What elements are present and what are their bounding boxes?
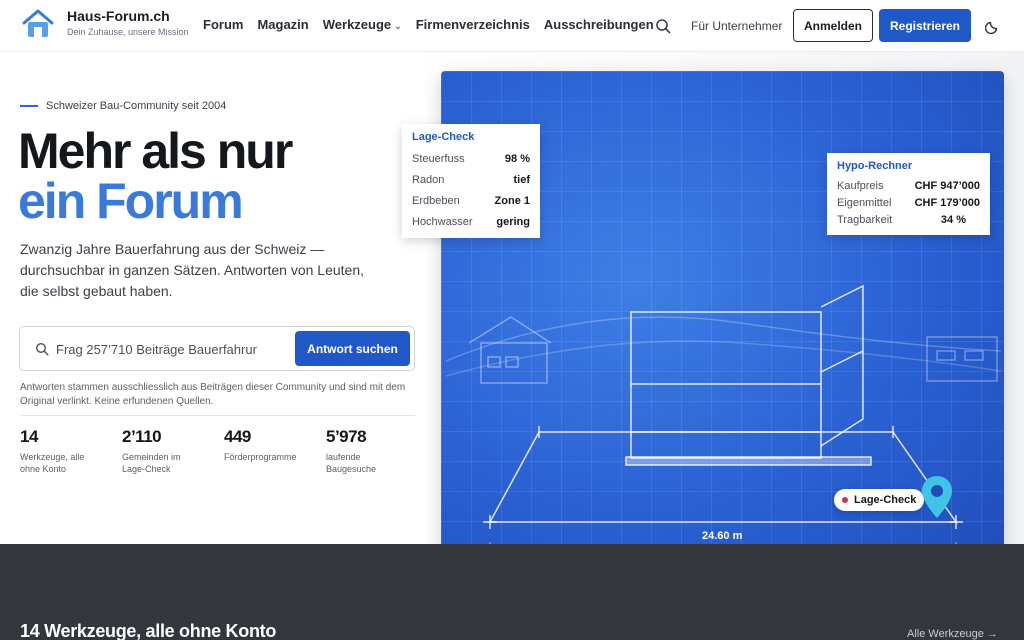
lage-key: Radon xyxy=(412,174,445,186)
stat-werkzeuge: 14 Werkzeuge, alle ohne Konto xyxy=(20,427,100,475)
stat-label: Werkzeuge, alle ohne Konto xyxy=(20,452,85,474)
lage-row: Erdbeben Zone 1 xyxy=(412,191,530,212)
tools-section-title: 14 Werkzeuge, alle ohne Konto xyxy=(20,621,277,640)
lage-check-card: Lage-Check Steuerfuss 98 % Radon tief Erdb… xyxy=(402,124,540,238)
lage-row: Radon tief xyxy=(412,170,530,191)
stat-label: laufende Baugesuche xyxy=(326,452,377,474)
lage-check-pin-label[interactable]: Lage-Check xyxy=(834,489,924,511)
search-disclaimer: Antworten stammen ausschliesslich aus Be… xyxy=(20,382,406,407)
stat-foerderprogramme: 449 Förderprogramme xyxy=(224,427,304,463)
register-button[interactable]: Registrieren xyxy=(879,9,971,42)
all-tools-link[interactable]: Alle Werkzeuge → xyxy=(907,628,998,640)
lage-value: tief xyxy=(513,174,531,186)
hypo-row: Kaufpreis CHF 947’000 xyxy=(837,178,980,195)
logo-tagline: Dein Zuhause, unsere Mission xyxy=(67,27,189,37)
hero-eyebrow: Schweizer Bau-Community seit 2004 xyxy=(20,100,226,112)
nav-item-ausschreibungen[interactable]: Ausschreibungen xyxy=(544,17,654,32)
lage-key: Steuerfuss xyxy=(412,153,465,165)
moon-icon[interactable] xyxy=(985,18,1001,34)
house-logo-icon[interactable] xyxy=(20,8,56,40)
lage-key: Erdbeben xyxy=(412,195,460,207)
stat-value: 2’110 xyxy=(122,427,162,446)
eyebrow-line xyxy=(20,105,38,107)
stat-label: Gemeinden im Lage-Check xyxy=(122,452,181,474)
stat-label: Förderprogramme xyxy=(224,452,297,462)
search-icon xyxy=(35,342,49,356)
lage-row: Hochwasser gering xyxy=(412,212,530,233)
pin-label-text: Lage-Check xyxy=(854,494,917,506)
nav-item-firmenverzeichnis[interactable]: Firmenverzeichnis xyxy=(416,17,530,32)
status-dot xyxy=(842,497,848,503)
lage-value: gering xyxy=(496,216,530,228)
dimension-label: 24.60 m xyxy=(702,530,743,542)
hero-headline-1: Mehr als nur xyxy=(18,123,293,179)
site-header: Haus-Forum.ch Dein Zuhause, unsere Missi… xyxy=(0,0,1024,52)
search-placeholder: Frag 257’710 Beiträge Bauerfahrur xyxy=(56,342,257,357)
divider xyxy=(20,415,415,416)
hypo-row: Eigenmittel CHF 179’000 xyxy=(837,195,980,212)
logo-title[interactable]: Haus-Forum.ch xyxy=(67,8,170,24)
stat-value: 5’978 xyxy=(326,427,367,446)
hypo-key: Eigenmittel xyxy=(837,197,892,209)
stat-baugesuche: 5’978 laufende Baugesuche xyxy=(326,427,406,475)
hypo-key: Kaufpreis xyxy=(837,180,884,192)
main-nav: Forum Magazin Werkzeuge ⌄ Firmenverzeichn… xyxy=(203,17,668,32)
stat-value: 449 xyxy=(224,427,251,446)
stat-value: 14 xyxy=(20,427,38,446)
search-icon[interactable] xyxy=(655,18,671,34)
hypo-value: 34 % xyxy=(940,214,966,226)
hypo-key: Tragbarkeit xyxy=(837,214,893,226)
lage-value: Zone 1 xyxy=(494,195,530,207)
hero-headline-2: ein Forum xyxy=(18,173,244,229)
hypo-value: CHF 179’000 xyxy=(914,197,980,209)
hypo-rechner-title: Hypo-Rechner xyxy=(837,160,913,172)
hypo-row: Tragbarkeit 34 % xyxy=(837,212,980,229)
stat-gemeinden: 2’110 Gemeinden im Lage-Check xyxy=(122,427,202,475)
lage-key: Hochwasser xyxy=(412,216,473,228)
nav-item-werkzeuge[interactable]: Werkzeuge ⌄ xyxy=(323,17,402,32)
hero-lead: Zwanzig Jahre Bauerfahrung aus der Schwe… xyxy=(20,241,365,299)
hypo-rechner-card: Hypo-Rechner Kaufpreis CHF 947’000 Eigenm… xyxy=(827,153,990,235)
answer-search-button[interactable]: Antwort suchen xyxy=(295,331,410,366)
nav-item-werkzeuge-label: Werkzeuge xyxy=(322,17,392,32)
nav-item-forum[interactable]: Forum xyxy=(203,17,243,32)
hypo-value: CHF 947’000 xyxy=(914,180,980,192)
lage-check-title: Lage-Check xyxy=(412,131,475,143)
eyebrow-text: Schweizer Bau-Community seit 2004 xyxy=(46,100,227,112)
map-pin-icon[interactable] xyxy=(920,474,954,520)
fuer-unternehmer-link[interactable]: Für Unternehmer xyxy=(691,19,782,33)
lage-value: 98 % xyxy=(504,153,530,165)
nav-item-magazin[interactable]: Magazin xyxy=(257,17,308,32)
lage-row: Steuerfuss 98 % xyxy=(412,149,530,170)
chevron-down-icon: ⌄ xyxy=(394,21,402,31)
login-button[interactable]: Anmelden xyxy=(793,9,873,42)
